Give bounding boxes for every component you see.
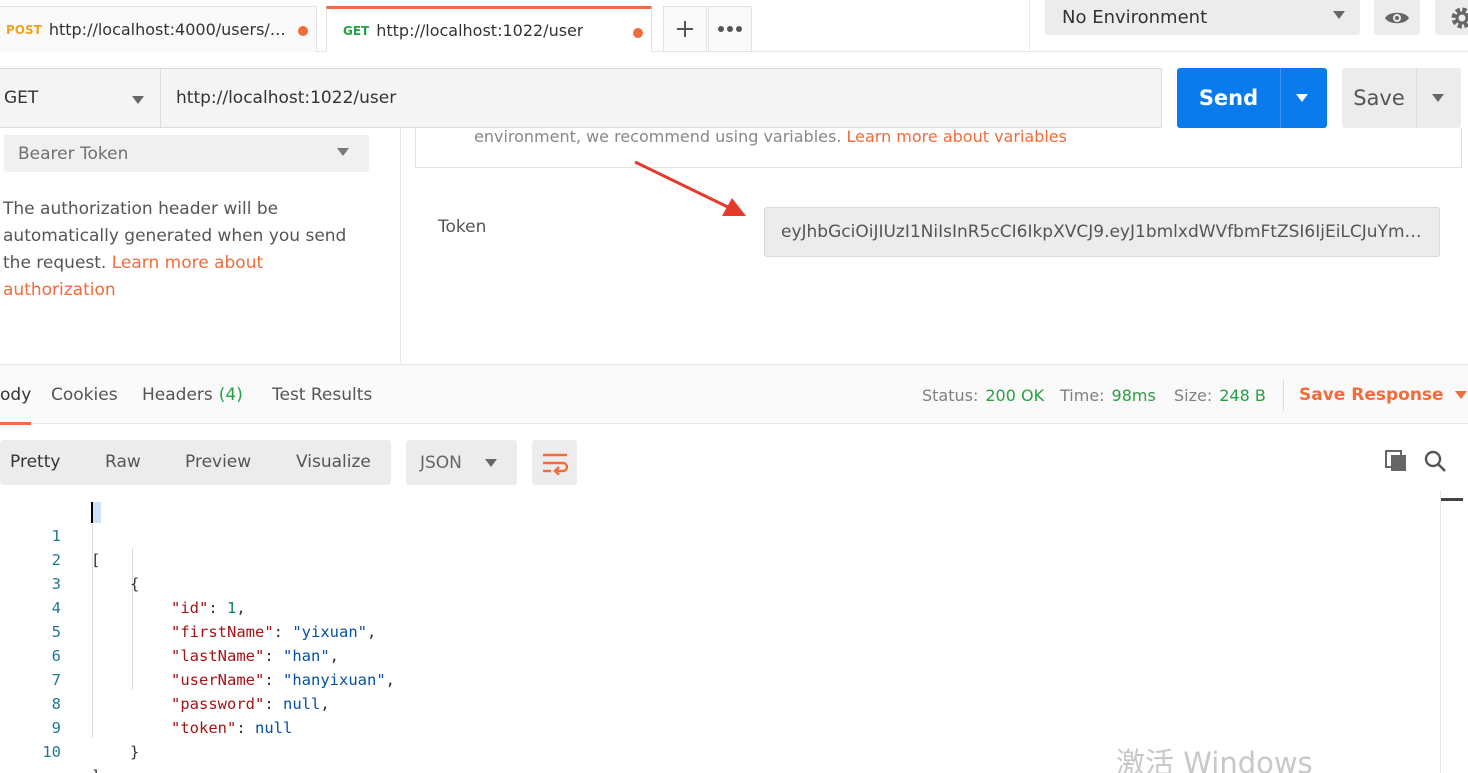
token-input[interactable]: eyJhbGciOiJIUzI1NiIsInR5cCI6IkpXVCJ9.eyJ… [764,207,1440,257]
tab-strip: POST http://localhost:4000/users/au... G… [0,0,1468,52]
tab-get-user[interactable]: GET http://localhost:1022/user [326,6,652,52]
tab-body[interactable]: ody [0,365,32,425]
tab-cookies[interactable]: Cookies [51,365,118,425]
chevron-down-icon [1333,11,1345,19]
code-line: 3 "id": 1, [0,548,1400,617]
chevron-down-icon [132,96,144,104]
time-label: Time: [1060,385,1105,405]
divider [400,128,401,363]
line-number: 10 [42,743,61,761]
notice-text: environment, we recommend using variable… [474,128,847,146]
url-value: http://localhost:1022/user [176,88,397,108]
chevron-down-icon[interactable] [1432,94,1444,102]
token-label: Token [438,217,487,237]
settings-button[interactable] [1435,0,1468,35]
environment-select[interactable]: No Environment [1045,0,1360,35]
editor-scroll-marker[interactable] [1441,498,1463,501]
method-select[interactable]: GET [0,68,161,128]
view-mode-group: Pretty Raw Preview Visualize [0,440,391,485]
divider [1283,379,1284,411]
gear-icon [1451,7,1468,28]
tab-headers[interactable]: Headers (4) [142,365,243,425]
tab-url: http://localhost:4000/users/au... [48,20,289,39]
code-text: ] [91,764,100,773]
code-line: 1 [ [0,500,1400,569]
copy-icon[interactable] [1384,449,1408,473]
view-pretty[interactable]: Pretty [10,452,60,472]
windows-activation-watermark: 激活 Windows [1116,746,1313,773]
status-value: 200 OK [985,385,1045,405]
editor-scrollbar-track[interactable] [1440,490,1441,773]
code-line: 6 "userName": "hanyixuan", [0,620,1400,689]
method-label: GET [4,88,39,108]
tab-headers-label: Headers [142,385,213,405]
format-select[interactable]: JSON [406,440,517,485]
send-label: Send [1198,86,1259,110]
time-value: 98ms [1111,385,1156,405]
unsaved-dot [633,28,643,38]
code-line: 5 "lastName": "han", [0,596,1400,665]
code-line: 8 "token": null [0,668,1400,737]
search-icon[interactable] [1423,449,1447,473]
tab-url: http://localhost:1022/user [376,21,584,40]
plus-icon [677,21,693,37]
ellipsis-icon [718,26,742,32]
environment-quick-look-button[interactable] [1374,0,1420,35]
tab-post-users[interactable]: POST http://localhost:4000/users/au... [0,6,317,52]
tab-test-results[interactable]: Test Results [272,365,372,425]
time-badge[interactable]: Time: 98ms [1060,365,1156,425]
status-badge[interactable]: Status: 200 OK [922,365,1044,425]
divider [1280,68,1281,128]
variables-notice: environment, we recommend using variable… [415,128,1462,168]
chevron-down-icon [337,148,349,156]
token-value: eyJhbGciOiJIUzI1NiIsInR5cCI6IkpXVCJ9.eyJ… [781,222,1423,242]
save-label: Save [1353,86,1405,110]
response-bar: ody Cookies Headers (4) Test Results Sta… [0,364,1468,425]
divider [1029,0,1030,50]
tab-method: GET [343,23,370,38]
auth-type-label: Bearer Token [18,143,129,164]
chevron-down-icon[interactable] [1296,94,1308,102]
learn-more-variables-link[interactable]: Learn more about variables [847,128,1067,146]
save-button[interactable]: Save [1342,68,1461,128]
tab-cookies-label: Cookies [51,385,118,405]
tab-method: POST [6,22,42,37]
code-text: } [130,743,140,761]
wrap-lines-button[interactable] [532,440,577,485]
chevron-down-icon [1454,391,1467,399]
more-tabs-button[interactable] [708,6,752,52]
save-response-label: Save Response [1299,385,1444,405]
tab-test-results-label: Test Results [272,385,373,405]
view-raw[interactable]: Raw [105,452,141,472]
code-line: 4 "firstName": "yixuan", [0,572,1400,641]
code-line: 7 "password": null, [0,644,1400,713]
url-input[interactable]: http://localhost:1022/user [161,68,1162,128]
save-response-button[interactable]: Save Response [1299,365,1467,425]
eye-icon [1385,12,1409,23]
unsaved-dot [298,26,308,36]
environment-label: No Environment [1062,7,1208,28]
chevron-down-icon [485,459,497,467]
wrap-lines-icon [542,453,568,475]
status-label: Status: [922,385,979,405]
red-arrow-annotation [634,160,746,216]
view-preview[interactable]: Preview [185,452,251,472]
code-line: 2 { [0,524,1400,593]
divider [1416,68,1417,128]
tab-body-label: ody [0,385,32,405]
new-tab-button[interactable] [663,6,707,52]
format-label: JSON [420,452,462,473]
headers-count: (4) [218,385,243,405]
code-line: 9 } [0,692,1400,761]
send-button[interactable]: Send [1177,68,1327,128]
size-value: 248 B [1219,385,1266,405]
response-body-editor[interactable]: 1 [ 2 { 3 "id": 1, 4 "firstName": "yixua… [0,499,1440,773]
code-line: 10 ] [0,716,1400,773]
view-visualize[interactable]: Visualize [296,452,371,472]
auth-type-select[interactable]: Bearer Token [4,135,369,172]
auth-description: The authorization header will be automat… [3,196,358,304]
size-label: Size: [1174,385,1213,405]
size-badge[interactable]: Size: 248 B [1174,365,1266,425]
